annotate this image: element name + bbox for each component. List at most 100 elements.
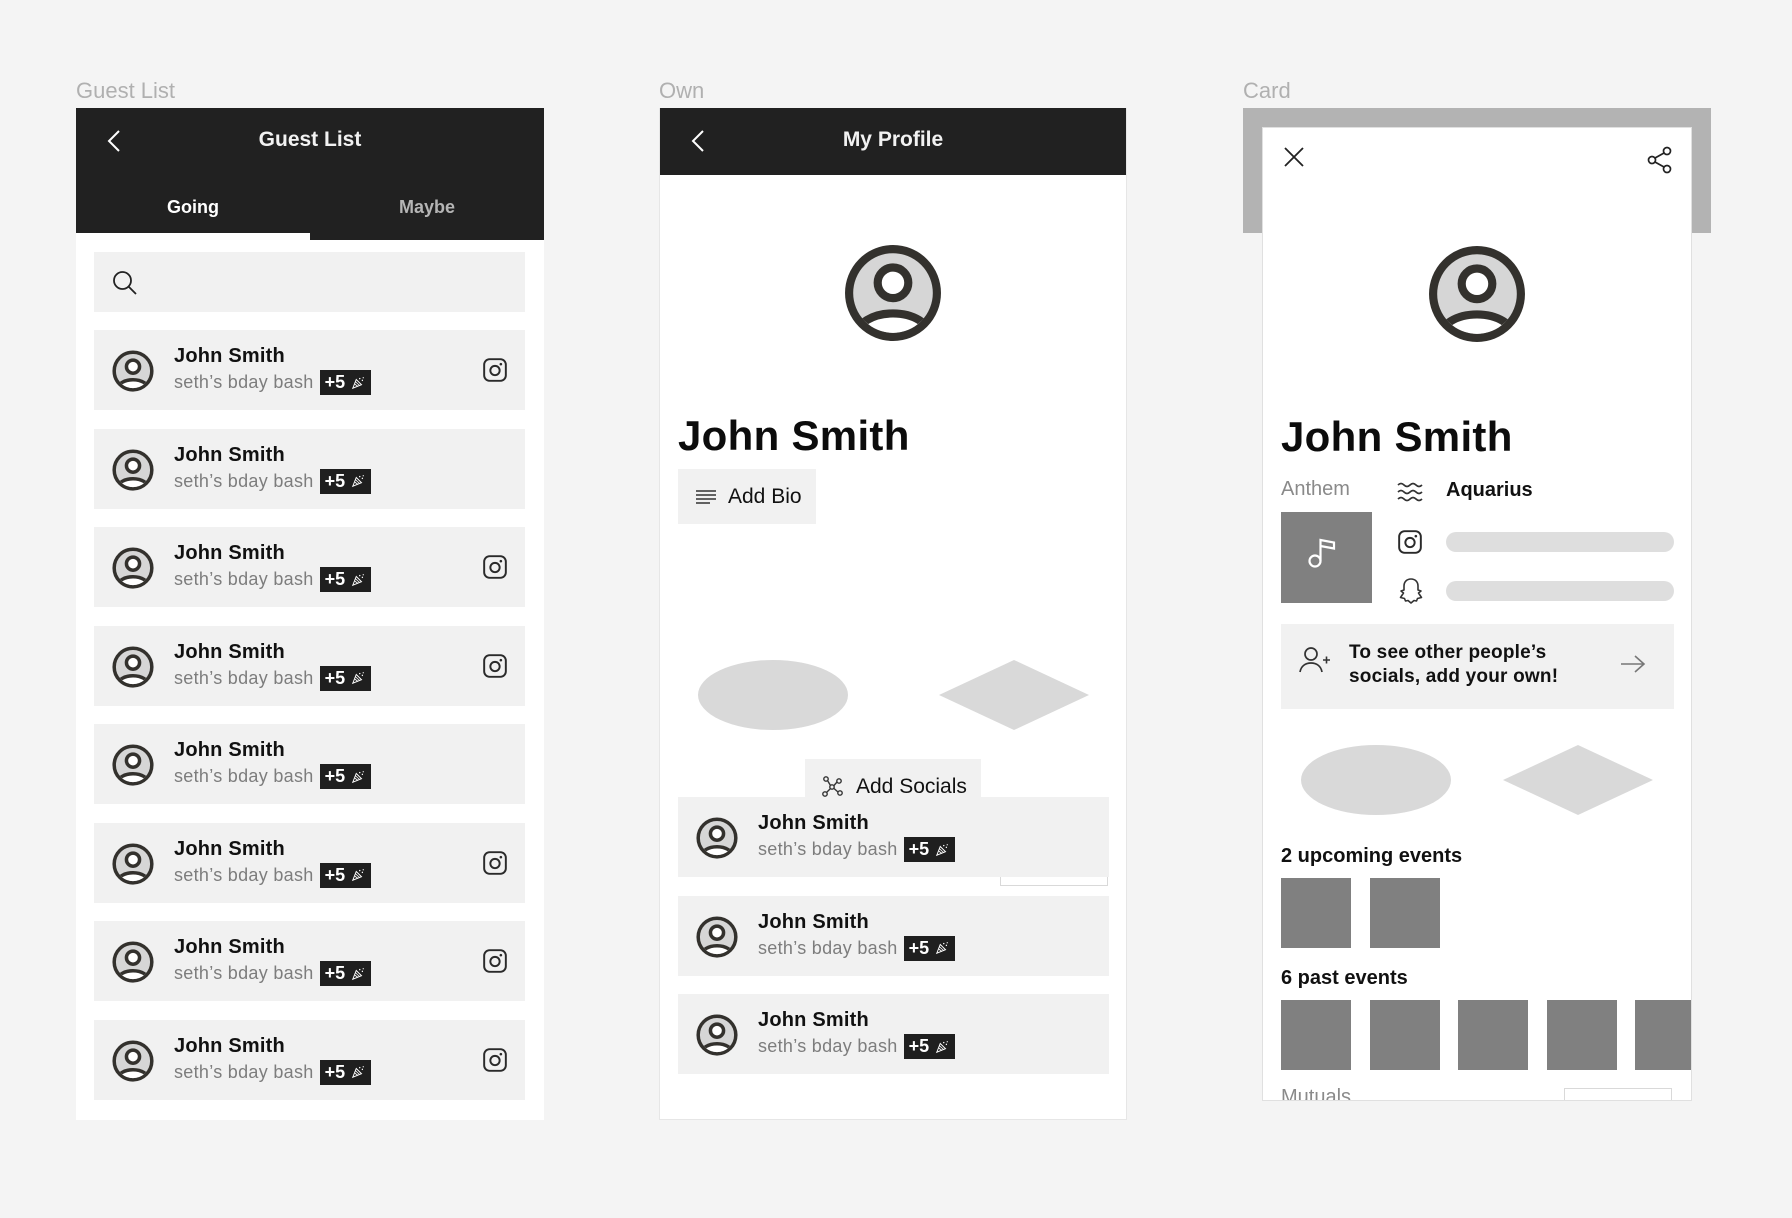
list-item[interactable]: John Smith seth’s bday bash +5 [94,527,525,607]
placeholder-ellipse [1301,745,1451,815]
add-socials-prompt[interactable]: To see other people’s socials, add your … [1281,624,1674,709]
guest-subtitle: seth’s bday bash +5 [174,862,372,888]
my-profile-screen: My Profile John Smith Add Bio Add Social… [659,108,1127,1120]
avatar-icon [112,941,154,983]
plus-guests-badge: +5 [319,567,372,592]
instagram-icon[interactable] [482,850,508,876]
instagram-icon[interactable] [482,357,508,383]
event-name: seth’s bday bash [174,470,314,491]
guest-subtitle: seth’s bday bash +5 [174,567,372,592]
guest-subtitle: seth’s bday bash +5 [758,935,956,961]
anthem-tile[interactable] [1281,512,1372,603]
party-popper-icon [351,868,365,882]
tab-bar: Going Maybe [76,175,544,240]
past-event-tile[interactable] [1635,1000,1691,1070]
upcoming-event-tile[interactable] [1369,878,1440,948]
list-item[interactable]: John Smith seth’s bday bash +5 [94,428,525,509]
guest-subtitle: seth’s bday bash +5 [174,665,372,691]
avatar-icon [112,547,154,589]
share-icon[interactable] [1647,146,1673,174]
app-bar: Guest List Going Maybe [76,108,544,240]
past-event-tile[interactable] [1281,1000,1351,1070]
guest-subtitle: seth’s bday bash +5 [758,837,956,862]
network-icon [822,775,843,797]
text-lines-icon [696,489,716,504]
guest-name: John Smith [174,936,285,958]
guest-name: John Smith [174,1034,285,1057]
badge-count: +5 [908,937,930,958]
guest-subtitle: seth’s bday bash +5 [758,1034,956,1059]
arrow-right-icon [1621,655,1646,673]
badge-count: +5 [324,963,346,983]
instagram-icon[interactable] [482,948,508,974]
instagram-icon[interactable] [482,1047,508,1073]
event-name: seth’s bday bash [174,766,314,786]
avatar-icon [112,449,154,491]
profile-avatar-icon[interactable] [844,244,942,342]
list-item[interactable]: John Smith seth’s bday bash +5 [94,1019,525,1100]
guest-name: John Smith [174,837,285,860]
party-popper-icon [351,376,365,390]
guest-subtitle: seth’s bday bash +5 [174,468,372,494]
avatar-icon [696,817,738,859]
add-socials-prompt-text: To see other people’s socials, add your … [1349,642,1559,687]
event-name: seth’s bday bash [174,963,314,983]
plus-guests-badge: +5 [319,1059,372,1085]
snapchat-icon[interactable] [1397,577,1425,605]
past-event-tile[interactable] [1369,1000,1440,1070]
guest-name: John Smith [758,910,869,933]
search-bar[interactable] [94,252,525,312]
avatar-icon [112,843,154,885]
past-event-tile[interactable] [1458,1000,1528,1070]
list-item[interactable]: John Smith seth’s bday bash +5 [678,994,1109,1074]
tab-maybe[interactable]: Maybe [310,175,544,240]
party-popper-icon [351,474,365,488]
frame-label-own: Own [659,78,705,103]
avatar-icon [112,646,154,688]
event-name: seth’s bday bash [174,1061,314,1082]
instagram-icon[interactable] [482,554,508,580]
mutuals-label: Mutuals [1281,1086,1352,1101]
list-item[interactable]: John Smith seth’s bday bash +5 [94,921,525,1001]
badge-count: +5 [324,766,346,786]
guest-name: John Smith [174,345,285,367]
badge-count: +5 [324,864,346,885]
list-item[interactable]: John Smith seth’s bday bash +5 [94,724,525,804]
list-item[interactable]: John Smith seth’s bday bash +5 [94,330,525,410]
view-all-button[interactable]: View All [1564,1088,1672,1100]
page-title: My Profile [842,128,944,151]
instagram-icon[interactable] [1397,529,1423,555]
tab-going[interactable]: Going [76,175,310,237]
add-person-icon [1299,647,1330,673]
instagram-icon[interactable] [482,653,508,679]
event-name: seth’s bday bash [758,1036,898,1056]
anthem-label: Anthem [1281,478,1350,500]
party-popper-icon [935,1040,949,1054]
music-note-icon [1308,538,1336,568]
close-icon[interactable] [1283,146,1305,168]
add-bio-button[interactable]: Add Bio [678,469,816,524]
event-name: seth’s bday bash [758,839,898,859]
badge-count: +5 [324,470,346,491]
event-name: seth’s bday bash [174,864,314,885]
avatar-icon [112,744,154,786]
past-event-tile[interactable] [1546,1000,1617,1070]
page-title: Guest List [258,128,362,151]
app-bar: My Profile [660,108,1126,175]
party-popper-icon [935,941,949,955]
list-item[interactable]: John Smith seth’s bday bash +5 [94,822,525,903]
list-item[interactable]: John Smith seth’s bday bash +5 [678,797,1109,877]
party-popper-icon [351,671,365,685]
search-icon [113,271,137,295]
event-name: seth’s bday bash [758,937,898,958]
search-input[interactable] [150,252,510,312]
upcoming-events-label: 2 upcoming events [1281,845,1463,867]
frame-label-guest-list: Guest List [76,78,176,103]
party-popper-icon [351,573,365,587]
upcoming-event-tile[interactable] [1281,878,1351,948]
list-item[interactable]: John Smith seth’s bday bash +5 [678,895,1109,976]
avatar-icon [696,916,738,958]
past-events-label: 6 past events [1281,967,1408,989]
list-item[interactable]: John Smith seth’s bday bash +5 [94,625,525,706]
guest-list-screen: Guest List Going Maybe John Smith seth’s … [76,108,544,1120]
